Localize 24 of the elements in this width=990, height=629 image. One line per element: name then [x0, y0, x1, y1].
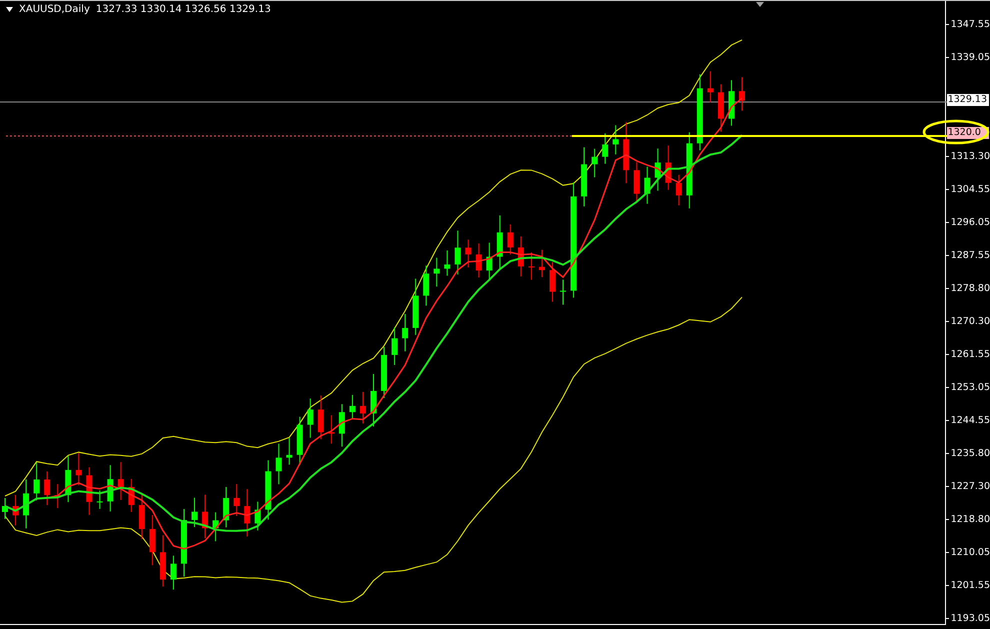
- price-tag: 1320.0: [946, 126, 989, 138]
- price-label: 1235.80: [950, 448, 990, 458]
- price-label: 1313.30: [950, 150, 990, 162]
- price-label: 1244.55: [950, 414, 990, 426]
- price-label: 1278.80: [950, 282, 990, 294]
- price-label: 1227.30: [950, 480, 990, 492]
- highlight-ellipse-icon: [922, 119, 990, 145]
- price-label: 1296.05: [950, 216, 990, 228]
- price-label: 1210.05: [950, 546, 990, 558]
- price-label: 1339.05: [950, 52, 990, 62]
- price-label: 1347.55: [950, 18, 990, 30]
- price-label: 1253.05: [950, 382, 990, 392]
- price-tag: 1329.13: [946, 94, 989, 106]
- price-label: 1270.30: [950, 316, 990, 326]
- price-label: 1304.55: [950, 184, 990, 194]
- scroll-marker-icon[interactable]: [756, 2, 764, 7]
- symbol-title: XAUUSD,Daily: [19, 4, 90, 15]
- price-label: 1218.80: [950, 514, 990, 524]
- price-label: 1201.55: [950, 580, 990, 590]
- price-label: 1261.55: [950, 348, 990, 360]
- ohlc-values: 1327.33 1330.14 1326.56 1329.13: [96, 4, 271, 15]
- price-label: 1287.55: [950, 250, 990, 260]
- price-label: 1193.05: [950, 612, 990, 624]
- dropdown-triangle-icon[interactable]: [6, 7, 13, 12]
